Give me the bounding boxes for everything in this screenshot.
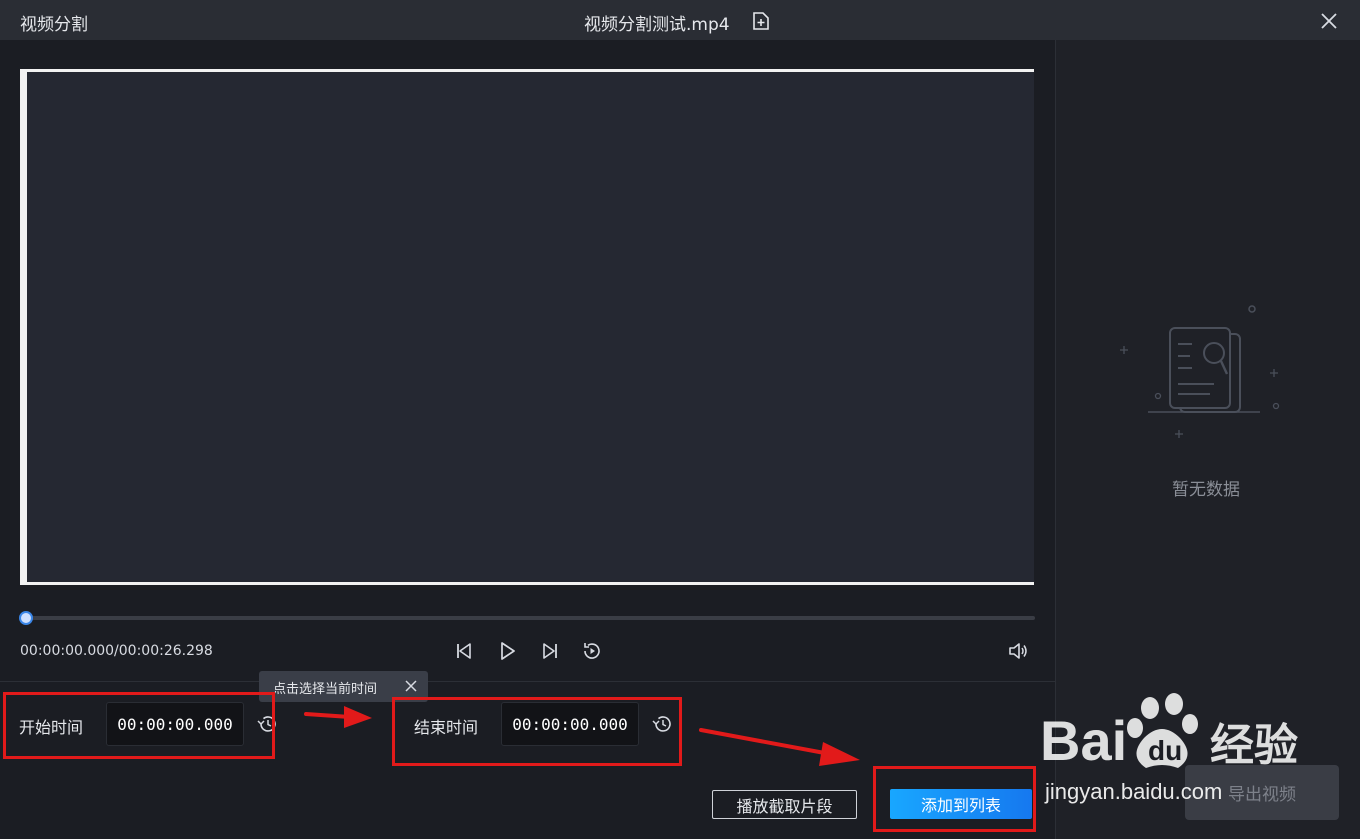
progress-handle[interactable]	[19, 611, 33, 625]
tooltip-close-icon[interactable]	[404, 679, 418, 693]
add-to-list-button[interactable]: 添加到列表	[890, 789, 1032, 819]
start-time-input[interactable]	[106, 702, 244, 746]
pick-start-time-icon[interactable]	[256, 713, 278, 735]
replay-icon[interactable]	[581, 640, 603, 662]
play-icon[interactable]	[496, 640, 518, 662]
app-title: 视频分割	[20, 15, 88, 35]
export-video-button[interactable]: 导出视频	[1185, 765, 1339, 820]
time-readout: 00:00:00.000/00:00:26.298	[20, 643, 213, 659]
title-bar: 视频分割 视频分割测试.mp4	[0, 0, 1360, 40]
file-title: 视频分割测试.mp4	[584, 15, 730, 35]
play-clip-button[interactable]: 播放截取片段	[712, 790, 857, 819]
tooltip: 点击选择当前时间	[259, 671, 428, 702]
end-time-input[interactable]	[501, 702, 639, 746]
pick-end-time-icon[interactable]	[651, 713, 673, 735]
close-icon[interactable]	[1318, 10, 1340, 32]
start-time-label: 开始时间	[19, 718, 84, 737]
open-file-icon[interactable]	[750, 10, 772, 32]
progress-track[interactable]	[24, 616, 1035, 620]
empty-text: 暂无数据	[1172, 480, 1240, 500]
skip-forward-icon[interactable]	[539, 640, 561, 662]
divider	[0, 681, 1055, 682]
empty-data-icon	[1120, 305, 1280, 438]
skip-back-icon[interactable]	[453, 640, 475, 662]
tooltip-text: 点击选择当前时间	[273, 682, 378, 697]
end-time-label: 结束时间	[414, 718, 479, 737]
volume-icon[interactable]	[1007, 640, 1029, 662]
video-preview[interactable]	[27, 72, 1034, 582]
